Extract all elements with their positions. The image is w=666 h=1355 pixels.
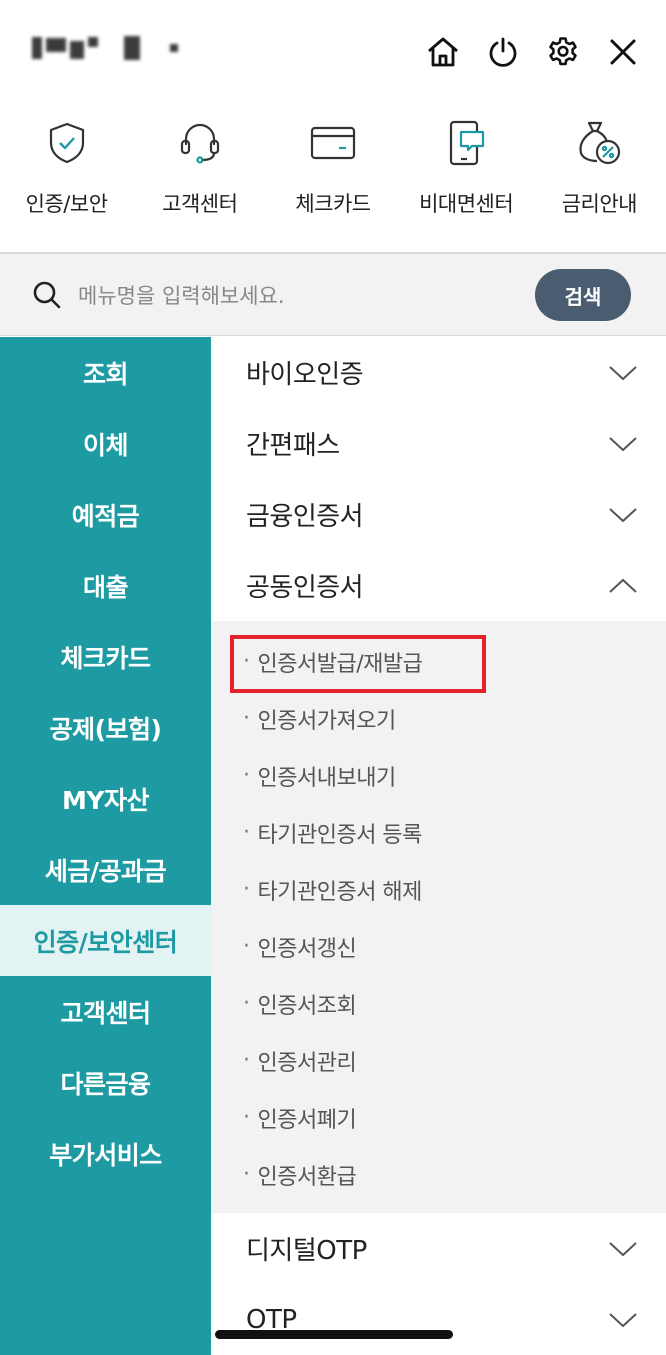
search-icon (32, 280, 64, 312)
section-joint-cert[interactable]: 공동인증서 (211, 550, 666, 621)
section-label: 공동인증서 (246, 573, 364, 603)
quick-menu-label: 체크카드 (295, 192, 371, 216)
search-input[interactable] (78, 276, 518, 316)
sub-item-export[interactable]: · 인증서내보내기 (211, 747, 666, 804)
section-easy-pass[interactable]: 간편패스 (211, 408, 666, 479)
sidebar-item-check-card[interactable]: 체크카드 (0, 621, 211, 692)
sidebar-item-security-center[interactable]: 인증/보안센터 (0, 905, 211, 976)
section-label: 간편패스 (246, 431, 340, 461)
mobile-chat-icon (441, 114, 491, 172)
sidebar: 조회 이체 예적금 대출 체크카드 공제(보험) MY자산 세금/공과금 인증/… (0, 337, 211, 1355)
sidebar-item-extra-services[interactable]: 부가서비스 (0, 1118, 211, 1189)
sub-item-label: 인증서가져오기 (257, 708, 397, 734)
chevron-down-icon (609, 1312, 637, 1327)
sidebar-item-tax[interactable]: 세금/공과금 (0, 834, 211, 905)
sidebar-item-inquiry[interactable]: 조회 (0, 337, 211, 408)
sub-item-label: 인증서발급/재발급 (257, 651, 423, 677)
section-label: 금융인증서 (246, 502, 364, 532)
sub-item-label: 타기관인증서 등록 (257, 822, 423, 848)
chevron-down-icon (609, 436, 637, 451)
sub-item-renew[interactable]: · 인증서갱신 (211, 918, 666, 975)
sub-item-import[interactable]: · 인증서가져오기 (211, 690, 666, 747)
sub-item-label: 타기관인증서 해제 (257, 879, 423, 905)
quick-menu-label: 금리안내 (561, 192, 638, 216)
submenu-panel: 바이오인증 간편패스 금융인증서 공동인증서 · 인증서발급/재발급 · 인증서… (211, 337, 666, 1355)
bullet: · (243, 649, 250, 674)
section-bio-auth[interactable]: 바이오인증 (211, 337, 666, 408)
card-icon (308, 114, 358, 172)
search-bar: 검색 (0, 254, 666, 336)
sub-item-label: 인증서내보내기 (257, 765, 397, 791)
bullet: · (243, 934, 250, 959)
chevron-down-icon (609, 365, 637, 380)
header (0, 0, 666, 100)
sub-item-issue-reissue[interactable]: · 인증서발급/재발급 (211, 633, 666, 693)
chevron-down-icon (609, 1241, 637, 1256)
sidebar-item-loan[interactable]: 대출 (0, 550, 211, 621)
close-icon[interactable] (604, 30, 642, 74)
home-indicator[interactable] (215, 1330, 453, 1339)
bullet: · (243, 877, 250, 902)
gear-icon[interactable] (544, 30, 582, 74)
quick-menu-label: 인증/보안 (25, 192, 108, 216)
quick-menu-label: 고객센터 (162, 192, 238, 216)
bullet: · (243, 991, 250, 1016)
quick-menu-interest-rate[interactable]: 금리안내 (533, 108, 666, 251)
bullet: · (243, 763, 250, 788)
sub-item-other-register[interactable]: · 타기관인증서 등록 (211, 804, 666, 861)
search-button[interactable]: 검색 (535, 269, 631, 321)
bullet: · (243, 1048, 250, 1073)
money-bag-percent-icon (574, 114, 624, 172)
sub-item-revoke[interactable]: · 인증서폐기 (211, 1089, 666, 1146)
joint-cert-sublist: · 인증서발급/재발급 · 인증서가져오기 · 인증서내보내기 · 타기관인증서… (211, 621, 666, 1213)
sub-item-label: 인증서폐기 (257, 1107, 357, 1133)
sidebar-item-insurance[interactable]: 공제(보험) (0, 692, 211, 763)
sub-item-label: 인증서조회 (257, 993, 357, 1019)
section-financial-cert[interactable]: 금융인증서 (211, 479, 666, 550)
sub-item-other-release[interactable]: · 타기관인증서 해제 (211, 861, 666, 918)
section-label: 디지털OTP (246, 1236, 367, 1266)
quick-menu-customer-center[interactable]: 고객센터 (133, 108, 266, 251)
section-digital-otp[interactable]: 디지털OTP (211, 1213, 666, 1284)
section-label: 바이오인증 (246, 360, 364, 390)
section-otp[interactable]: OTP (211, 1284, 666, 1355)
bullet: · (243, 1162, 250, 1187)
bullet: · (243, 820, 250, 845)
sidebar-item-deposit[interactable]: 예적금 (0, 479, 211, 550)
sidebar-item-transfer[interactable]: 이체 (0, 408, 211, 479)
user-name-blurred (32, 32, 178, 64)
sub-item-refund[interactable]: · 인증서환급 (211, 1146, 666, 1203)
quick-menu-security[interactable]: 인증/보안 (0, 108, 133, 251)
sub-item-view[interactable]: · 인증서조회 (211, 975, 666, 1032)
bullet: · (243, 706, 250, 731)
headset-icon (175, 114, 225, 172)
quick-menu: 인증/보안 고객센터 체크카드 비대면센터 금리안내 (0, 108, 666, 251)
shield-check-icon (42, 114, 92, 172)
sidebar-item-my-assets[interactable]: MY자산 (0, 763, 211, 834)
bullet: · (243, 1105, 250, 1130)
sub-item-label: 인증서환급 (257, 1164, 357, 1190)
sub-item-label: 인증서관리 (257, 1050, 357, 1076)
sidebar-item-other-finance[interactable]: 다른금융 (0, 1047, 211, 1118)
sub-item-manage[interactable]: · 인증서관리 (211, 1032, 666, 1089)
quick-menu-label: 비대면센터 (419, 192, 514, 216)
chevron-up-icon (609, 578, 637, 593)
quick-menu-contactless-center[interactable]: 비대면센터 (400, 108, 533, 251)
home-icon[interactable] (424, 30, 462, 74)
power-icon[interactable] (484, 30, 522, 74)
chevron-down-icon (609, 507, 637, 522)
quick-menu-check-card[interactable]: 체크카드 (266, 108, 399, 251)
sub-item-label: 인증서갱신 (257, 936, 357, 962)
sidebar-item-customer-center[interactable]: 고객센터 (0, 976, 211, 1047)
